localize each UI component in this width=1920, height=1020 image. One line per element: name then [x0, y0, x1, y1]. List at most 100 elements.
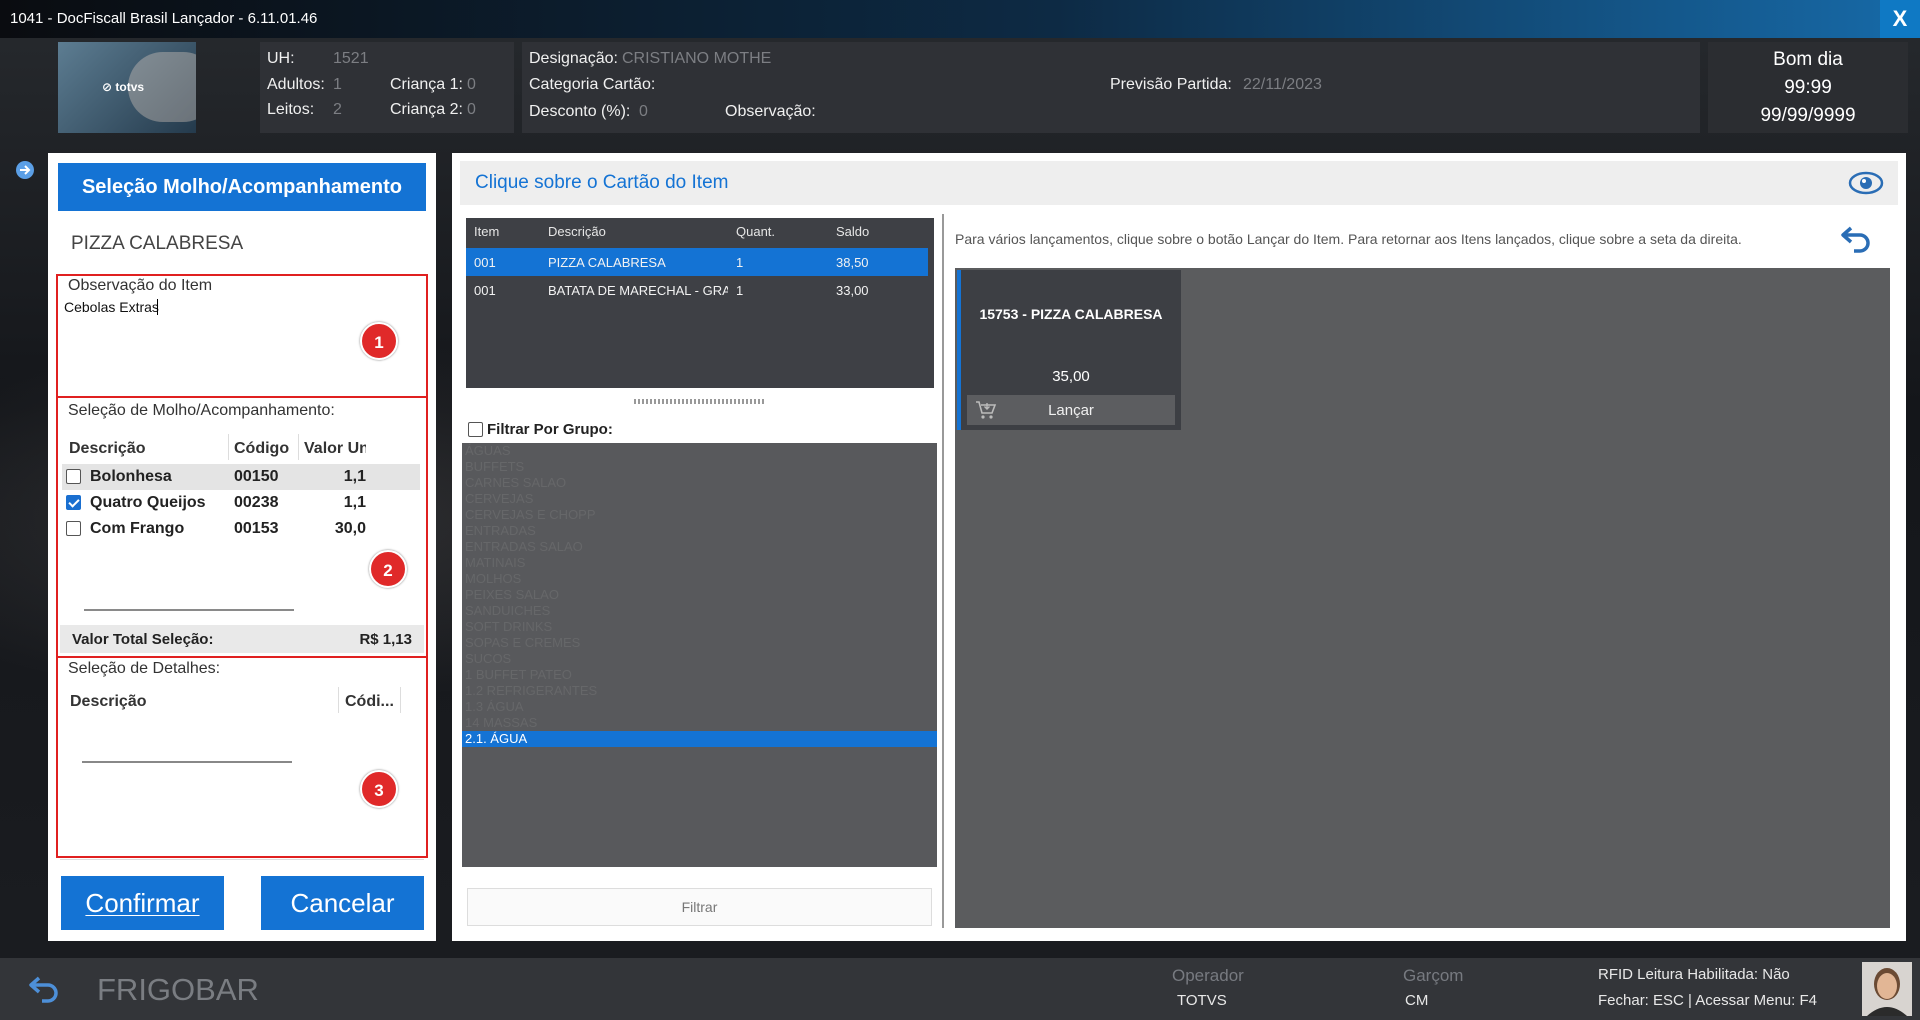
leitos-value: 2: [333, 101, 342, 118]
operador-label: Operador: [1172, 966, 1244, 985]
grid-col-descricao[interactable]: Descrição: [548, 224, 606, 239]
list-item[interactable]: CERVEJAS: [462, 491, 937, 507]
list-item[interactable]: 1 BUFFET PATEO: [462, 667, 937, 683]
grid-row[interactable]: 001 PIZZA CALABRESA 1 38,50: [466, 248, 928, 276]
grid-col-quant[interactable]: Quant.: [736, 224, 775, 239]
sauce-selection-header-button[interactable]: Seleção Molho/Acompanhamento: [58, 163, 426, 211]
com-frango-checkbox[interactable]: [66, 521, 81, 536]
molho-col-valor[interactable]: Valor Un: [304, 440, 366, 458]
grid-cell-item: 001: [474, 255, 496, 270]
clock-date: 99/99/9999: [1760, 105, 1856, 126]
bolonhesa-checkbox[interactable]: [66, 469, 81, 484]
cancel-button[interactable]: Cancelar: [261, 876, 424, 930]
list-item[interactable]: 14 MASSAS: [462, 715, 937, 731]
guest-info-panel: UH: 1521 Adultos: 1 Criança 1: 0 Leitos:…: [260, 42, 514, 133]
totvs-logo: ⊘ totvs: [58, 42, 196, 133]
row-desc: Quatro Queijos: [90, 494, 206, 511]
window-title: 1041 - DocFiscall Brasil Lançador - 6.11…: [10, 10, 318, 27]
list-item[interactable]: CERVEJAS E CHOPP: [462, 507, 937, 523]
list-item[interactable]: SOPAS E CREMES: [462, 635, 937, 651]
uh-value: 1521: [333, 50, 369, 67]
grid-row[interactable]: 001 BATATA DE MARECHAL - GRA 1 33,00: [466, 276, 928, 304]
list-item[interactable]: SANDUICHES: [462, 603, 937, 619]
footer-section-title: FRIGOBAR: [97, 972, 259, 1007]
uh-label: UH:: [267, 50, 295, 67]
row-value: 1,1: [343, 468, 366, 485]
list-item[interactable]: 1.3 ÁGUA: [462, 699, 937, 715]
filter-group-checkbox[interactable]: [468, 422, 483, 437]
desconto-value: 0: [639, 103, 648, 120]
table-row[interactable]: Quatro Queijos 00238 1,1: [62, 490, 420, 516]
text-caret: [157, 299, 158, 315]
list-item[interactable]: MATINAIS: [462, 555, 937, 571]
navigate-icon[interactable]: [15, 160, 35, 180]
list-item[interactable]: ENTRADAS: [462, 523, 937, 539]
launched-items-grid: Item Descrição Quant. Saldo 001 PIZZA CA…: [466, 218, 934, 388]
garcom-value: CM: [1405, 992, 1429, 1009]
grid-cell-qty: 1: [736, 255, 744, 270]
back-arrow-icon[interactable]: [28, 974, 60, 1004]
grid-col-saldo[interactable]: Saldo: [836, 224, 869, 239]
molho-hscroll[interactable]: [84, 609, 294, 611]
list-item[interactable]: CARNES SALAO: [462, 475, 937, 491]
list-item[interactable]: ENTRADAS SALAO: [462, 539, 937, 555]
logo-text: ⊘ totvs: [102, 80, 145, 94]
crianca1-label: Criança 1:: [390, 76, 463, 93]
avatar-image: [1862, 962, 1912, 1016]
molho-table: Descrição Código Valor Un Bolonhesa 0015…: [62, 428, 420, 763]
close-button[interactable]: X: [1880, 0, 1920, 38]
table-row[interactable]: Com Frango 00153 30,0: [62, 516, 420, 542]
previsao-value: 22/11/2023: [1243, 76, 1322, 93]
detalhes-bottom-line: [60, 859, 424, 860]
booking-info-panel: Designação: CRISTIANO MOTHE Categoria Ca…: [522, 42, 1700, 133]
confirm-button[interactable]: Confirmar: [61, 876, 224, 930]
eye-icon[interactable]: [1848, 171, 1884, 195]
item-name: PIZZA CALABRESA: [71, 233, 244, 254]
grid-header: Item Descrição Quant. Saldo: [466, 218, 928, 244]
grid-cell-desc: PIZZA CALABRESA: [548, 255, 666, 270]
hint-text: Para vários lançamentos, clique sobre o …: [955, 231, 1742, 247]
avatar[interactable]: [1862, 962, 1912, 1016]
rfid-status: RFID Leitura Habilitada: Não: [1598, 966, 1790, 983]
detalhes-col-codigo[interactable]: Códi...: [345, 693, 394, 711]
list-item[interactable]: 1.2 REFRIGERANTES: [462, 683, 937, 699]
grid-col-item[interactable]: Item: [474, 224, 499, 239]
grid-cell-desc: BATATA DE MARECHAL - GRA: [548, 283, 728, 298]
molho-col-descricao[interactable]: Descrição: [69, 440, 146, 458]
row-value: 1,1: [343, 494, 366, 511]
total-value: R$ 1,13: [359, 631, 412, 648]
horizontal-scrollbar[interactable]: [82, 761, 292, 763]
list-item[interactable]: SOFT DRINKS: [462, 619, 937, 635]
categoria-label: Categoria Cartão:: [529, 76, 656, 93]
group-list[interactable]: ÁGUAS BUFFETS CARNES SALAO CERVEJAS CERV…: [462, 443, 937, 867]
filter-group-label: Filtrar Por Grupo:: [487, 421, 613, 438]
crianca2-label: Criança 2:: [390, 101, 463, 118]
list-item[interactable]: PEIXES SALAO: [462, 587, 937, 603]
row-code: 00150: [234, 468, 279, 485]
annotation-badge-1: 1: [360, 322, 398, 360]
detalhes-col-descricao[interactable]: Descrição: [70, 693, 147, 711]
list-item[interactable]: SUCOS: [462, 651, 937, 667]
return-arrow-icon[interactable]: [1840, 224, 1872, 254]
launch-button[interactable]: Lançar: [967, 395, 1175, 425]
quatro-queijos-checkbox[interactable]: [66, 495, 81, 510]
footer-bar: FRIGOBAR Operador TOTVS Garçom CM RFID L…: [0, 958, 1920, 1020]
grid-cell-item: 001: [474, 283, 496, 298]
list-item[interactable]: BUFFETS: [462, 459, 937, 475]
leitos-label: Leitos:: [267, 101, 315, 118]
filter-button[interactable]: Filtrar: [467, 888, 932, 926]
list-item[interactable]: MOLHOS: [462, 571, 937, 587]
desconto-label: Desconto (%):: [529, 103, 631, 120]
molho-section-label: Seleção de Molho/Acompanhamento:: [68, 402, 335, 419]
card-price: 35,00: [1052, 368, 1090, 385]
list-item-selected[interactable]: 2.1. ÁGUA: [462, 731, 937, 747]
molho-col-codigo[interactable]: Código: [234, 440, 289, 458]
observation-text: Cebolas Extras: [64, 299, 159, 315]
splitter-handle[interactable]: [634, 399, 766, 404]
list-item[interactable]: ÁGUAS: [462, 443, 937, 459]
row-code: 00153: [234, 520, 279, 537]
item-card[interactable]: 15753 - PIZZA CALABRESA 35,00 Lançar: [957, 270, 1181, 430]
grid-cell-saldo: 33,00: [836, 283, 869, 298]
table-row[interactable]: Bolonhesa 00150 1,1: [62, 464, 420, 490]
grid-cell-qty: 1: [736, 283, 744, 298]
